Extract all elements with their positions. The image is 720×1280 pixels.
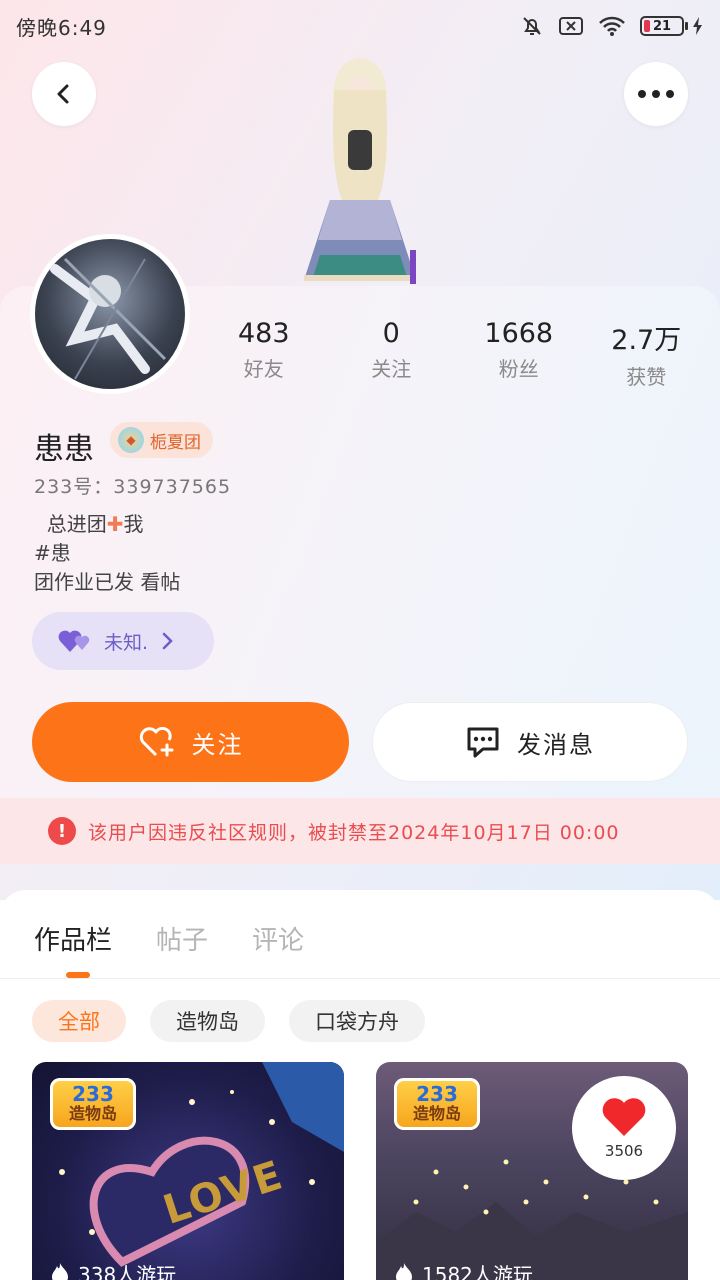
filter-all[interactable]: 全部 [32, 1000, 126, 1042]
chevron-right-icon [162, 632, 173, 650]
more-dots-icon [638, 90, 674, 98]
group-badge-label: 栀夏团 [150, 432, 201, 453]
double-heart-icon [58, 630, 90, 652]
profile-stats: 483 好友 0 关注 1668 粉丝 2.7万 获赞 [200, 318, 710, 390]
follow-label: 关注 [191, 730, 244, 759]
warning-icon: ! [48, 817, 76, 845]
status-icons: 21 [520, 14, 704, 38]
stat-value: 0 [382, 318, 400, 349]
tab-posts[interactable]: 帖子 [156, 920, 208, 957]
tab-works[interactable]: 作品栏 [34, 920, 112, 957]
battery-level: 21 [652, 18, 672, 34]
relation-chip[interactable]: 未知. [32, 612, 214, 670]
logo-number: 233 [72, 1082, 114, 1106]
chat-bubble-icon [467, 727, 499, 758]
stat-value: 1668 [484, 318, 554, 349]
logo-name: 造物岛 [68, 1104, 117, 1123]
stat-value: 2.7万 [611, 325, 682, 356]
username: 患患 [34, 432, 94, 467]
creation-island-logo: 233 造物岛 [394, 1078, 480, 1130]
wifi-icon [599, 16, 625, 36]
bio-line: 我 [123, 512, 144, 536]
send-message-button[interactable]: 发消息 [372, 702, 688, 782]
category-filters: 全部 造物岛 口袋方舟 [32, 1000, 425, 1042]
plus-icon: ✚ [106, 512, 124, 536]
battery-indicator: 21 [640, 16, 704, 36]
ban-notice-text: 该用户因违反社区规则，被封禁至2024年10月17日 00:00 [88, 821, 620, 844]
stat-label: 好友 [243, 357, 284, 381]
stat-likes[interactable]: 2.7万 获赞 [583, 318, 711, 390]
tab-comments[interactable]: 评论 [252, 920, 304, 957]
user-id: 233号：339737565 [34, 476, 232, 498]
profile-avatar[interactable] [30, 234, 190, 394]
more-button[interactable] [624, 62, 688, 126]
creation-island-logo: 233 造物岛 [50, 1078, 136, 1130]
follow-button[interactable]: 关注 [32, 702, 349, 782]
flame-icon [52, 1262, 68, 1280]
logo-number: 233 [416, 1082, 458, 1106]
players-count: 1582人游玩 [422, 1263, 533, 1280]
like-count: 3506 [604, 1142, 644, 1160]
ban-notice: ! 该用户因违反社区规则，被封禁至2024年10月17日 00:00 [0, 798, 720, 864]
stat-label: 关注 [371, 357, 412, 381]
back-button[interactable] [32, 62, 96, 126]
bio-line: 总进团 [46, 512, 107, 536]
flame-icon [396, 1262, 412, 1280]
work-card[interactable]: 233 造物岛 3506 1582人游玩 [376, 1062, 688, 1280]
stat-following[interactable]: 0 关注 [328, 318, 456, 390]
status-time: 傍晚6:49 [16, 15, 107, 40]
charging-icon [693, 17, 702, 35]
chevron-left-icon [57, 84, 69, 104]
like-bubble[interactable]: 3506 [572, 1076, 676, 1180]
content-tabs: 作品栏 帖子 评论 [34, 920, 304, 957]
players-count: 338人游玩 [78, 1263, 177, 1280]
group-emblem-icon: ◆ [118, 427, 144, 453]
card-players: 338人游玩 [50, 1259, 176, 1280]
character-avatar-figure[interactable] [290, 50, 430, 290]
mute-bell-icon [523, 17, 541, 35]
stat-value: 483 [237, 318, 290, 349]
user-bio: 总进团✚我 #患 团作业已发 看帖 [34, 510, 180, 597]
group-badge[interactable]: ◆ 栀夏团 [110, 422, 213, 458]
status-bar: 傍晚6:49 21 [0, 0, 720, 52]
send-message-label: 发消息 [517, 730, 595, 759]
stat-label: 获赞 [626, 365, 667, 389]
logo-name: 造物岛 [412, 1104, 461, 1123]
relation-label: 未知. [104, 631, 149, 654]
stat-fans[interactable]: 1668 粉丝 [455, 318, 583, 390]
avatar-image [50, 257, 167, 380]
bio-line: #患 [34, 541, 71, 565]
heart-icon [602, 1098, 646, 1136]
stat-label: 粉丝 [498, 357, 539, 381]
tabs-divider [0, 978, 720, 979]
heart-plus-icon [139, 726, 173, 757]
no-sim-icon [559, 17, 583, 35]
card-players: 1582人游玩 [394, 1259, 533, 1280]
work-card[interactable]: LOVE 233 造物岛 338人游玩 [32, 1062, 344, 1280]
content-section: 作品栏 帖子 评论 全部 造物岛 口袋方舟 LOVE 233 造物岛 338人游… [0, 890, 720, 1280]
bio-line: 团作业已发 看帖 [34, 570, 181, 594]
stat-friends[interactable]: 483 好友 [200, 318, 328, 390]
filter-pocket-ark[interactable]: 口袋方舟 [289, 1000, 425, 1042]
filter-creation-island[interactable]: 造物岛 [150, 1000, 265, 1042]
